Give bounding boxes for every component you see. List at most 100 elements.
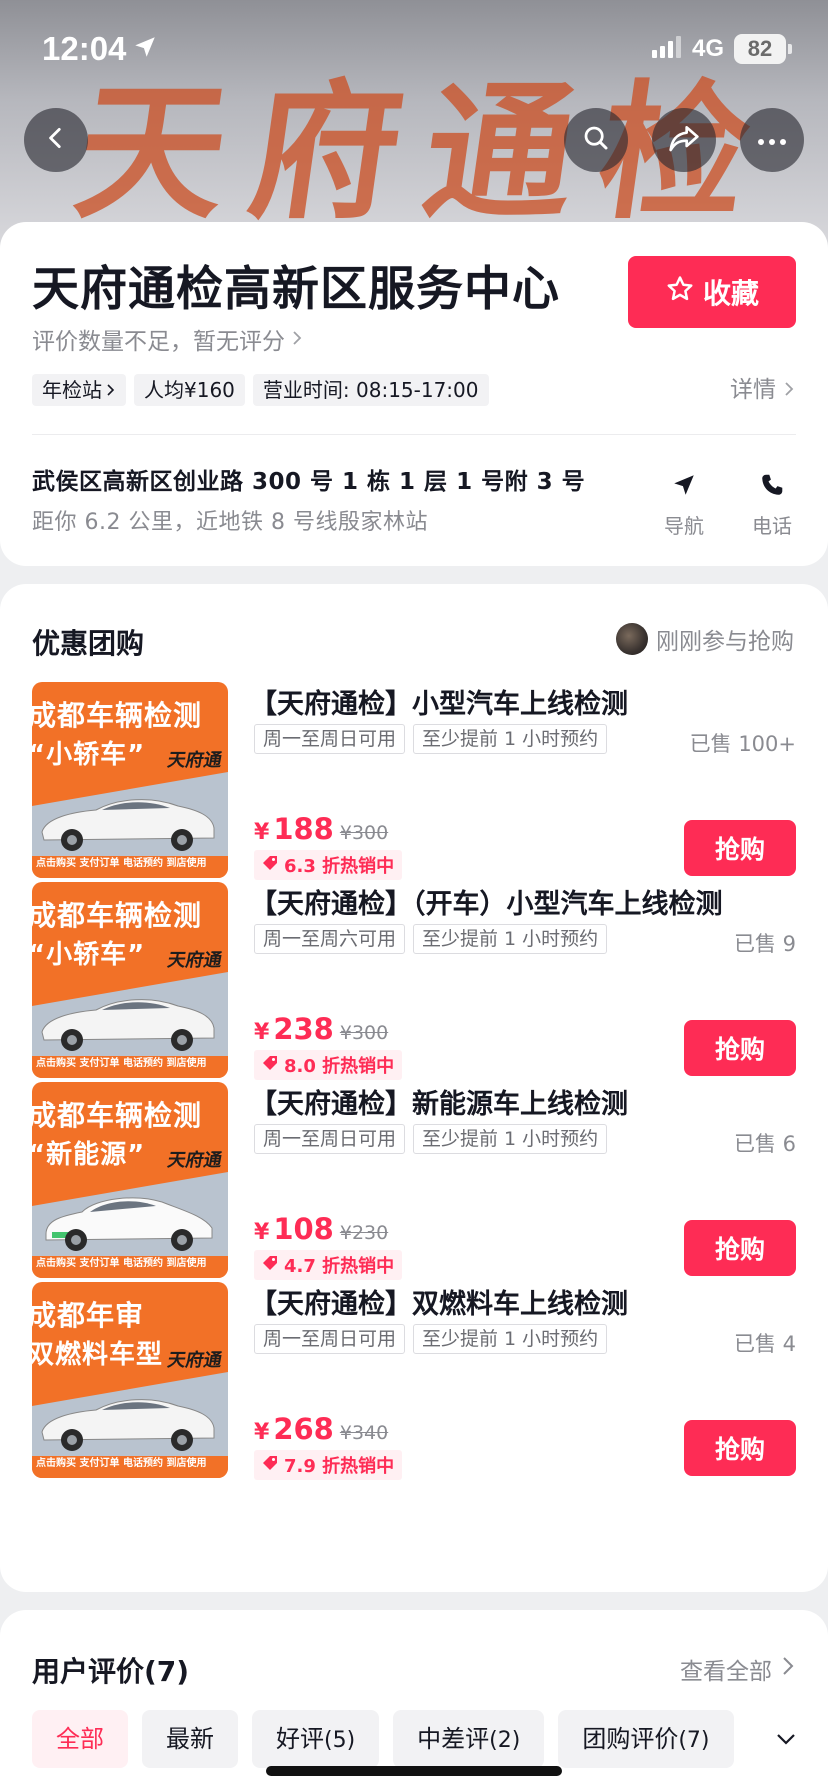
navigation-arrow-icon [654,468,714,502]
favorite-label: 收藏 [702,277,759,310]
more-button[interactable] [740,108,804,172]
filter-label: 全部 [56,1725,104,1753]
availability-tag: 周一至周日可用 [254,1124,406,1154]
battery-icon: 82 [734,34,786,64]
chevron-left-icon [43,125,69,155]
shop-tags: 年检站 人均¥160 营业时间: 08:15-17:00 [32,374,489,406]
deal-thumbnail: 成都车辆检测 “小轿车” 天府通 点击购买 支付订单 电话预约 到店使用 [32,882,228,1078]
details-label: 详情 [730,377,776,403]
divider [32,434,796,435]
share-icon [668,123,700,157]
booking-tag: 至少提前 1 小时预约 [413,724,608,754]
discount-badge: 8.0 折热销中 [254,1050,403,1080]
rating-text: 评价数量不足，暂无评分 [32,329,285,355]
shop-distance: 距你 6.2 公里，近地铁 8 号线殷家林站 [32,510,428,535]
expand-filters-button[interactable] [736,1710,828,1768]
car-image [32,1172,228,1256]
tag-icon [262,1055,278,1076]
currency-symbol: ¥ [254,820,270,845]
deal-thumbnail: 成都年审 双燃料车型 天府通 点击购买 支付订单 电话预约 到店使用 [32,1282,228,1478]
deal-tags: 周一至周日可用 至少提前 1 小时预约 [254,724,608,754]
sold-count: 已售 9 [733,932,796,956]
details-link[interactable]: 详情 [730,374,794,406]
deal-price: ¥ 108 ¥230 [254,1212,388,1246]
deal-title: 【天府通检】双燃料车上线检测 [250,1289,628,1320]
availability-tag: 周一至周日可用 [254,1324,406,1354]
tag-icon [262,1455,278,1476]
chevron-right-icon [106,374,116,406]
category-tag[interactable]: 年检站 [32,374,126,406]
discount-badge: 6.3 折热销中 [254,850,403,880]
original-price: ¥230 [339,1222,389,1244]
thumbnail-headline: 成都车辆检测 [32,899,203,932]
deal-item[interactable]: 成都年审 双燃料车型 天府通 点击购买 支付订单 电话预约 到店使用 【天府通检… [32,1282,796,1480]
filter-group-buy[interactable]: 团购评价(7) [558,1710,734,1768]
current-price: 238 [273,1012,334,1046]
thumbnail-headline: 成都年审 [32,1299,145,1332]
back-button[interactable] [24,108,88,172]
deal-title: 【天府通检】小型汽车上线检测 [250,689,628,720]
buy-button[interactable]: 抢购 [684,1020,796,1076]
discount-text: 8.0 折热销中 [284,1056,395,1077]
reviews-title: 用户评价(7) [32,1655,190,1688]
location-arrow-icon [132,34,158,64]
rating-link[interactable]: 评价数量不足，暂无评分 [32,322,303,356]
deal-price: ¥ 238 ¥300 [254,1012,388,1046]
deal-item[interactable]: 成都车辆检测 “新能源” 天府通 点击购买 支付订单 电话预约 到店使用 【天府… [32,1082,796,1280]
chevron-down-icon [776,1730,796,1749]
deal-item[interactable]: 成都车辆检测 “小轿车” 天府通 点击购买 支付订单 电话预约 到店使用 【天府… [32,882,796,1080]
deal-title: 【天府通检】新能源车上线检测 [250,1089,628,1120]
recent-purchase-indicator: 刚刚参与抢购 [616,622,794,656]
see-all-reviews-link[interactable]: 查看全部 [680,1652,794,1686]
thumbnail-steps: 点击购买 支付订单 电话预约 到店使用 [32,1456,228,1478]
current-price: 188 [273,812,334,846]
filter-all[interactable]: 全部 [32,1710,128,1768]
discount-badge: 4.7 折热销中 [254,1250,403,1280]
sold-count: 已售 4 [733,1332,796,1356]
shop-info-card: 天府通检高新区服务中心 收藏 评价数量不足，暂无评分 年检站 人均¥160 营业… [0,222,828,566]
shop-name: 天府通检高新区服务中心 [32,262,560,317]
battery-tip [788,44,792,54]
original-price: ¥300 [339,1022,389,1044]
share-button[interactable] [652,108,716,172]
original-price: ¥340 [339,1422,389,1444]
navigate-button[interactable]: 导航 [654,468,714,539]
car-image [32,772,228,856]
filter-label: 中差评 [417,1725,490,1753]
discount-text: 6.3 折热销中 [284,856,395,877]
see-all-label: 查看全部 [680,1659,772,1685]
buy-button[interactable]: 抢购 [684,820,796,876]
booking-tag: 至少提前 1 小时预约 [413,924,608,954]
group-deals-card: 优惠团购 刚刚参与抢购 成都车辆检测 “小轿车” 天府通 点击购买 支付订单 电… [0,584,828,1592]
car-image [32,972,228,1056]
buy-button[interactable]: 抢购 [684,1220,796,1276]
filter-negative[interactable]: 中差评(2) [393,1710,545,1768]
shop-address[interactable]: 武侯区高新区创业路 300 号 1 栋 1 层 1 号附 3 号 [32,462,585,496]
filter-positive[interactable]: 好评(5) [252,1710,380,1768]
signal-icon [651,36,682,62]
availability-tag: 周一至周六可用 [254,924,406,954]
discount-text: 7.9 折热销中 [284,1456,395,1477]
recent-purchase-text: 刚刚参与抢购 [656,629,794,655]
availability-tag: 周一至周日可用 [254,724,406,754]
category-tag-label: 年检站 [42,378,102,402]
deal-price: ¥ 268 ¥340 [254,1412,388,1446]
avatar [616,623,648,655]
currency-symbol: ¥ [254,1020,270,1045]
filter-latest[interactable]: 最新 [142,1710,238,1768]
sold-count: 已售 6 [733,1132,796,1156]
buy-button[interactable]: 抢购 [684,1420,796,1476]
booking-tag: 至少提前 1 小时预约 [413,1324,608,1354]
phone-icon [742,468,802,502]
search-button[interactable] [564,108,628,172]
call-button[interactable]: 电话 [742,468,802,539]
car-image [32,1372,228,1456]
avg-price-tag: 人均¥160 [134,374,245,406]
filter-count: (2) [489,1728,521,1753]
network-type: 4G [691,35,724,62]
user-reviews-card: 用户评价(7) 查看全部 全部 最新 好评(5) 中差评(2) 团购评价(7) [0,1610,828,1792]
status-time: 12:04 [42,30,127,67]
favorite-button[interactable]: 收藏 [628,256,796,328]
more-dots-icon [757,131,787,150]
deal-item[interactable]: 成都车辆检测 “小轿车” 天府通 点击购买 支付订单 电话预约 到店使用 【天府… [32,682,796,880]
